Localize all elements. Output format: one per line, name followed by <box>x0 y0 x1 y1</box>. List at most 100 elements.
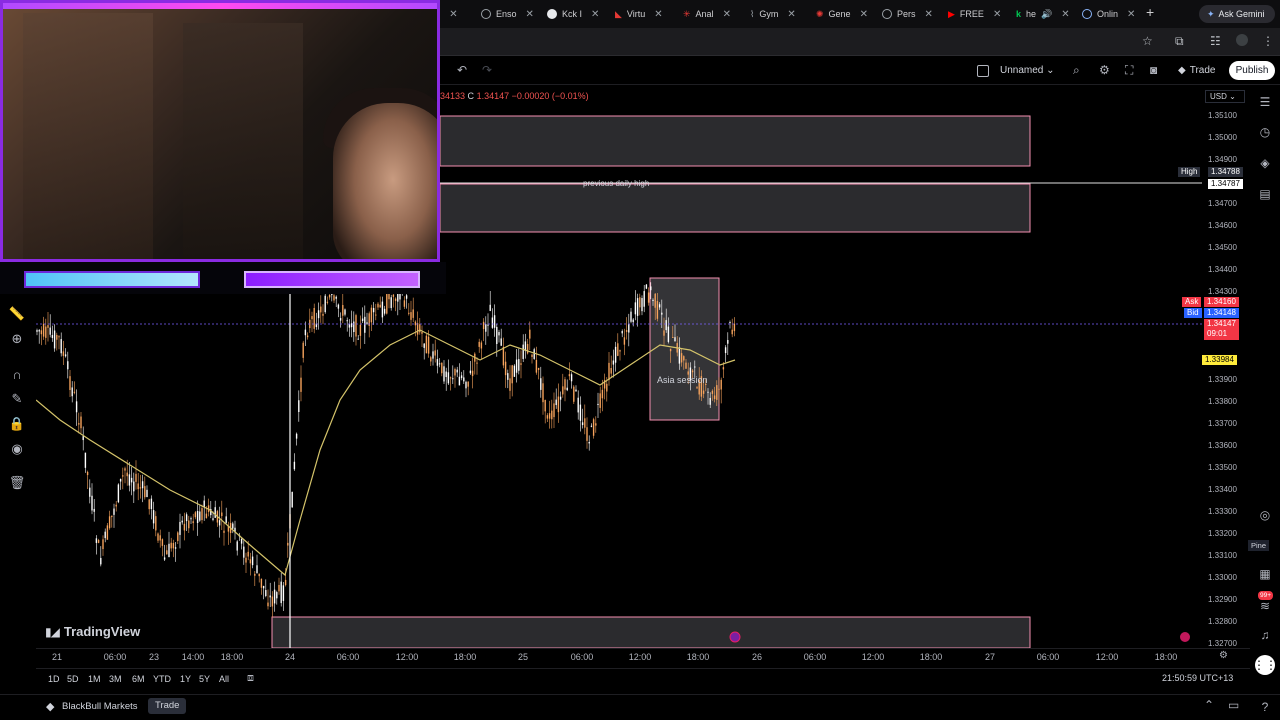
alerts-clock-icon[interactable]: ◷ <box>1254 122 1276 142</box>
target-icon[interactable]: ◎ <box>1254 505 1276 525</box>
candle-body <box>612 360 615 365</box>
range-button-1y[interactable]: 1Y <box>180 674 191 684</box>
layout-name-dropdown[interactable]: Unnamed ⌄ <box>1000 65 1055 76</box>
extensions-icon[interactable]: ☷ <box>1210 34 1221 48</box>
bookmark-star-icon[interactable]: ☆ <box>1142 34 1153 48</box>
trash-icon[interactable]: 🗑 <box>7 473 27 493</box>
ruler-icon[interactable]: 📏 <box>7 304 27 324</box>
candle-body <box>478 341 480 347</box>
ask-gemini-label: Ask Gemini <box>1218 9 1265 19</box>
close-icon[interactable]: ✕ <box>591 9 599 20</box>
new-tab-button[interactable]: + <box>1146 4 1154 20</box>
browser-tab[interactable]: k he 🔊 ✕ <box>1016 5 1070 23</box>
calendar-range-icon[interactable]: ⧈ <box>247 672 254 685</box>
browser-tab[interactable]: Kck I ✕ <box>547 5 599 23</box>
fullscreen-icon[interactable]: ⛶ <box>1125 63 1133 78</box>
browser-tab[interactable]: Enso ✕ <box>481 5 534 23</box>
candle-body <box>672 336 674 338</box>
broker-name[interactable]: BlackBull Markets <box>62 701 138 712</box>
candle-body <box>421 332 423 334</box>
range-button-5d[interactable]: 5D <box>67 674 79 684</box>
range-button-1d[interactable]: 1D <box>48 674 60 684</box>
candle-body <box>214 507 216 518</box>
candle-body <box>419 324 421 333</box>
bell-icon[interactable]: ♫ <box>1254 625 1276 645</box>
chat-icon[interactable]: ▤ <box>1254 184 1276 204</box>
pencil-icon[interactable]: ✎ <box>7 389 27 409</box>
candle-body <box>632 319 634 323</box>
close-icon[interactable]: ✕ <box>993 9 1001 20</box>
time-tick: 18:00 <box>919 652 943 662</box>
browser-tab[interactable]: Pers ✕ <box>882 5 933 23</box>
layers-icon[interactable]: ◈ <box>1254 153 1276 173</box>
currency-selector[interactable]: USD ⌄ <box>1205 90 1245 103</box>
watchlist-icon[interactable]: ☰ <box>1254 92 1276 112</box>
range-button-3m[interactable]: 3M <box>109 674 122 684</box>
calendar-icon[interactable]: ▦ <box>1254 564 1276 584</box>
close-icon[interactable]: ✕ <box>860 9 868 20</box>
candle-body <box>513 365 516 377</box>
trade-button[interactable]: ◆ Trade <box>1170 61 1223 80</box>
layout-checkbox[interactable] <box>977 65 989 77</box>
range-button-all[interactable]: All <box>219 674 229 684</box>
range-button-6m[interactable]: 6M <box>132 674 145 684</box>
candle-body <box>559 396 562 400</box>
undo-icon[interactable]: ↶ <box>457 63 467 77</box>
candle-body <box>650 286 652 291</box>
high-tag-label: High <box>1181 167 1198 176</box>
candle-body <box>711 390 714 394</box>
candle-body <box>641 298 643 312</box>
candle-body <box>322 313 324 316</box>
close-icon[interactable]: ✕ <box>449 9 457 20</box>
price-tick: 1.33200 <box>1208 529 1237 538</box>
publish-button[interactable]: Publish <box>1229 61 1275 80</box>
profile-avatar-icon[interactable] <box>1236 34 1248 46</box>
candle-body <box>335 296 337 299</box>
zoom-in-icon[interactable]: ⊕ <box>7 329 27 349</box>
magnet-icon[interactable]: ∩ <box>7 364 27 384</box>
range-button-ytd[interactable]: YTD <box>153 674 171 684</box>
close-icon[interactable]: ✕ <box>1127 9 1135 20</box>
browser-tab[interactable]: ▶ FREE ✕ <box>948 5 1001 23</box>
close-icon[interactable]: ✕ <box>723 9 731 20</box>
eye-icon[interactable]: ◉ <box>7 439 27 459</box>
range-button-5y[interactable]: 5Y <box>199 674 210 684</box>
lock-icon[interactable]: 🔒 <box>7 414 27 434</box>
close-icon[interactable]: ✕ <box>925 9 933 20</box>
browser-tab[interactable]: Onlin ✕ <box>1082 5 1135 23</box>
settings-icon[interactable]: ⚙ <box>1099 63 1110 77</box>
candle-body <box>414 321 417 326</box>
ask-gemini-button[interactable]: ✦ Ask Gemini <box>1199 5 1275 23</box>
cast-icon[interactable]: ⧉ <box>1175 34 1184 49</box>
redo-icon[interactable]: ↷ <box>482 63 492 77</box>
range-button-1m[interactable]: 1M <box>88 674 101 684</box>
chart-clock[interactable]: 21:50:59 UTC+13 <box>1162 673 1233 683</box>
candle-body <box>696 387 698 389</box>
candle-body <box>718 388 720 390</box>
browser-tab[interactable]: ✺ Gene ✕ <box>816 5 868 23</box>
time-tick: 26 <box>751 652 763 662</box>
help-icon[interactable]: ? <box>1254 697 1276 717</box>
candle-body <box>447 372 450 384</box>
speaker-icon[interactable]: 🔊 <box>1041 9 1052 20</box>
candle-body <box>731 329 733 335</box>
apps-grid-icon[interactable]: ⋮⋮ <box>1253 655 1277 675</box>
broker-trade-button[interactable]: Trade <box>148 698 187 714</box>
browser-tab[interactable]: ⌇ Gym ✕ <box>750 5 796 23</box>
close-icon[interactable]: ✕ <box>526 9 534 20</box>
search-icon[interactable]: ⌕ <box>1073 63 1080 78</box>
more-menu-icon[interactable]: ⋮ <box>1262 34 1274 48</box>
candle-body <box>386 294 388 314</box>
collapse-panel-icon[interactable]: ⌃ <box>1204 698 1214 712</box>
browser-tab[interactable]: ✳ Anal ✕ <box>683 5 731 23</box>
candle-body <box>106 525 109 540</box>
maximize-panel-icon[interactable]: ▭ <box>1228 698 1239 712</box>
browser-tab[interactable]: ◣ Virtu ✕ <box>615 5 663 23</box>
time-axis-settings-icon[interactable]: ⚙ <box>1219 650 1228 661</box>
camera-icon[interactable]: ◙ <box>1150 63 1157 77</box>
close-icon[interactable]: ✕ <box>787 9 795 20</box>
candle-body <box>137 483 139 490</box>
candle-body <box>669 348 672 352</box>
close-icon[interactable]: ✕ <box>654 9 662 20</box>
close-icon[interactable]: ✕ <box>1061 9 1069 20</box>
